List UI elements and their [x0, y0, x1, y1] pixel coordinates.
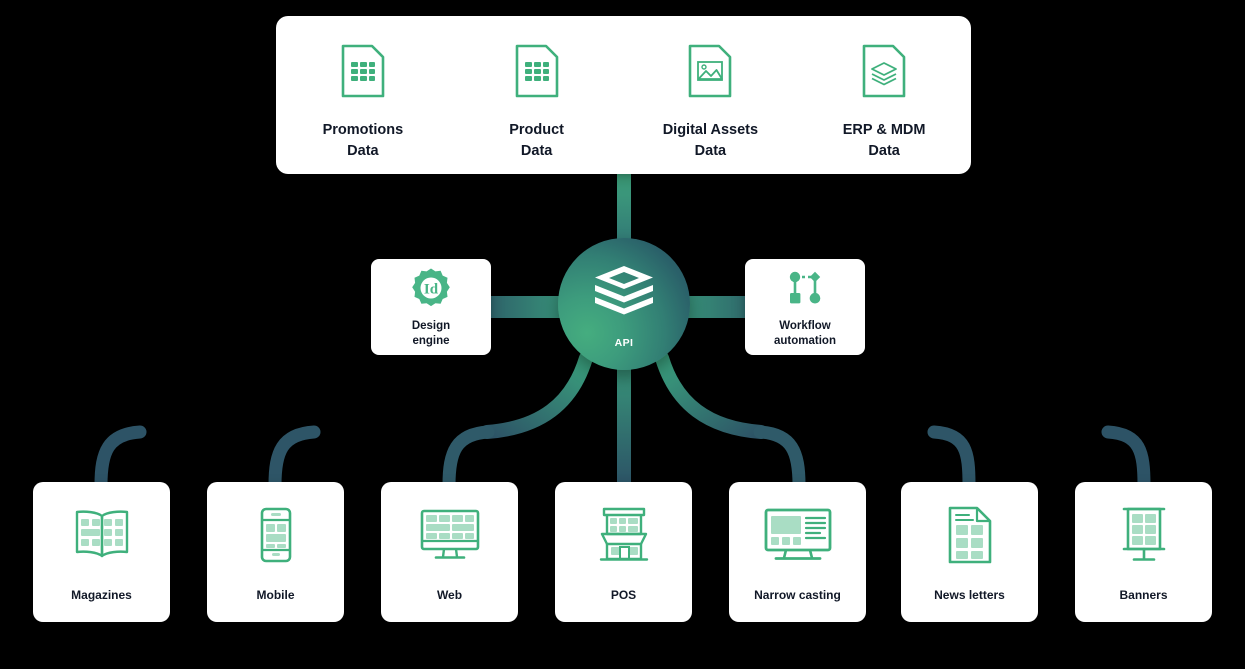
newsletter-icon [945, 504, 995, 566]
channel-card-narrow-casting[interactable]: Narrow casting [729, 482, 866, 622]
storefront-icon [593, 504, 655, 566]
source-label: Digital Assets Data [662, 122, 759, 160]
source-label: Product Data [509, 122, 565, 160]
workflow-automation-label: Workflow automation [774, 319, 836, 347]
api-hub-label: API [614, 337, 634, 349]
open-book-icon [71, 504, 133, 566]
data-sources-panel: Promotions Data Product Data Digital Ass… [276, 16, 971, 174]
design-engine-module[interactable]: Id Design engine [371, 259, 491, 355]
channel-card-web[interactable]: Web [381, 482, 518, 622]
desktop-icon [417, 504, 483, 566]
channel-card-mobile[interactable]: Mobile [207, 482, 344, 622]
image-document-icon [635, 42, 785, 100]
channel-card-pos[interactable]: POS [555, 482, 692, 622]
source-item-digital-assets[interactable]: Digital Assets Data [635, 42, 785, 162]
diagram-canvas: Promotions Data Product Data Digital Ass… [0, 0, 1245, 669]
layers-document-icon [809, 42, 959, 100]
stacked-layers-icon [592, 263, 656, 328]
tv-display-icon [762, 504, 834, 566]
channel-label: POS [610, 588, 637, 602]
spreadsheet-document-icon [462, 42, 612, 100]
banner-stand-icon [1116, 504, 1172, 566]
source-item-promotions[interactable]: Promotions Data [288, 42, 438, 162]
source-label: Promotions Data [322, 122, 404, 160]
svg-text:Id: Id [424, 281, 439, 297]
source-item-erp-mdm[interactable]: ERP & MDM Data [809, 42, 959, 162]
channel-label: Magazines [71, 588, 132, 602]
channel-label: News letters [934, 588, 1005, 602]
design-engine-label: Design engine [411, 319, 451, 347]
smartphone-icon [255, 504, 297, 566]
channel-label: Banners [1119, 588, 1168, 602]
source-label: ERP & MDM Data [842, 122, 926, 160]
channel-label: Web [436, 588, 463, 602]
workflow-automation-module[interactable]: Workflow automation [745, 259, 865, 355]
channel-card-news-letters[interactable]: News letters [901, 482, 1038, 622]
api-hub[interactable]: API [558, 238, 690, 370]
workflow-nodes-icon [783, 266, 827, 310]
channel-card-magazines[interactable]: Magazines [33, 482, 170, 622]
spreadsheet-document-icon [288, 42, 438, 100]
source-item-product[interactable]: Product Data [462, 42, 612, 162]
channel-label: Narrow casting [754, 588, 841, 602]
channel-card-banners[interactable]: Banners [1075, 482, 1212, 622]
indesign-gear-icon: Id [410, 266, 452, 310]
channel-label: Mobile [256, 588, 295, 602]
